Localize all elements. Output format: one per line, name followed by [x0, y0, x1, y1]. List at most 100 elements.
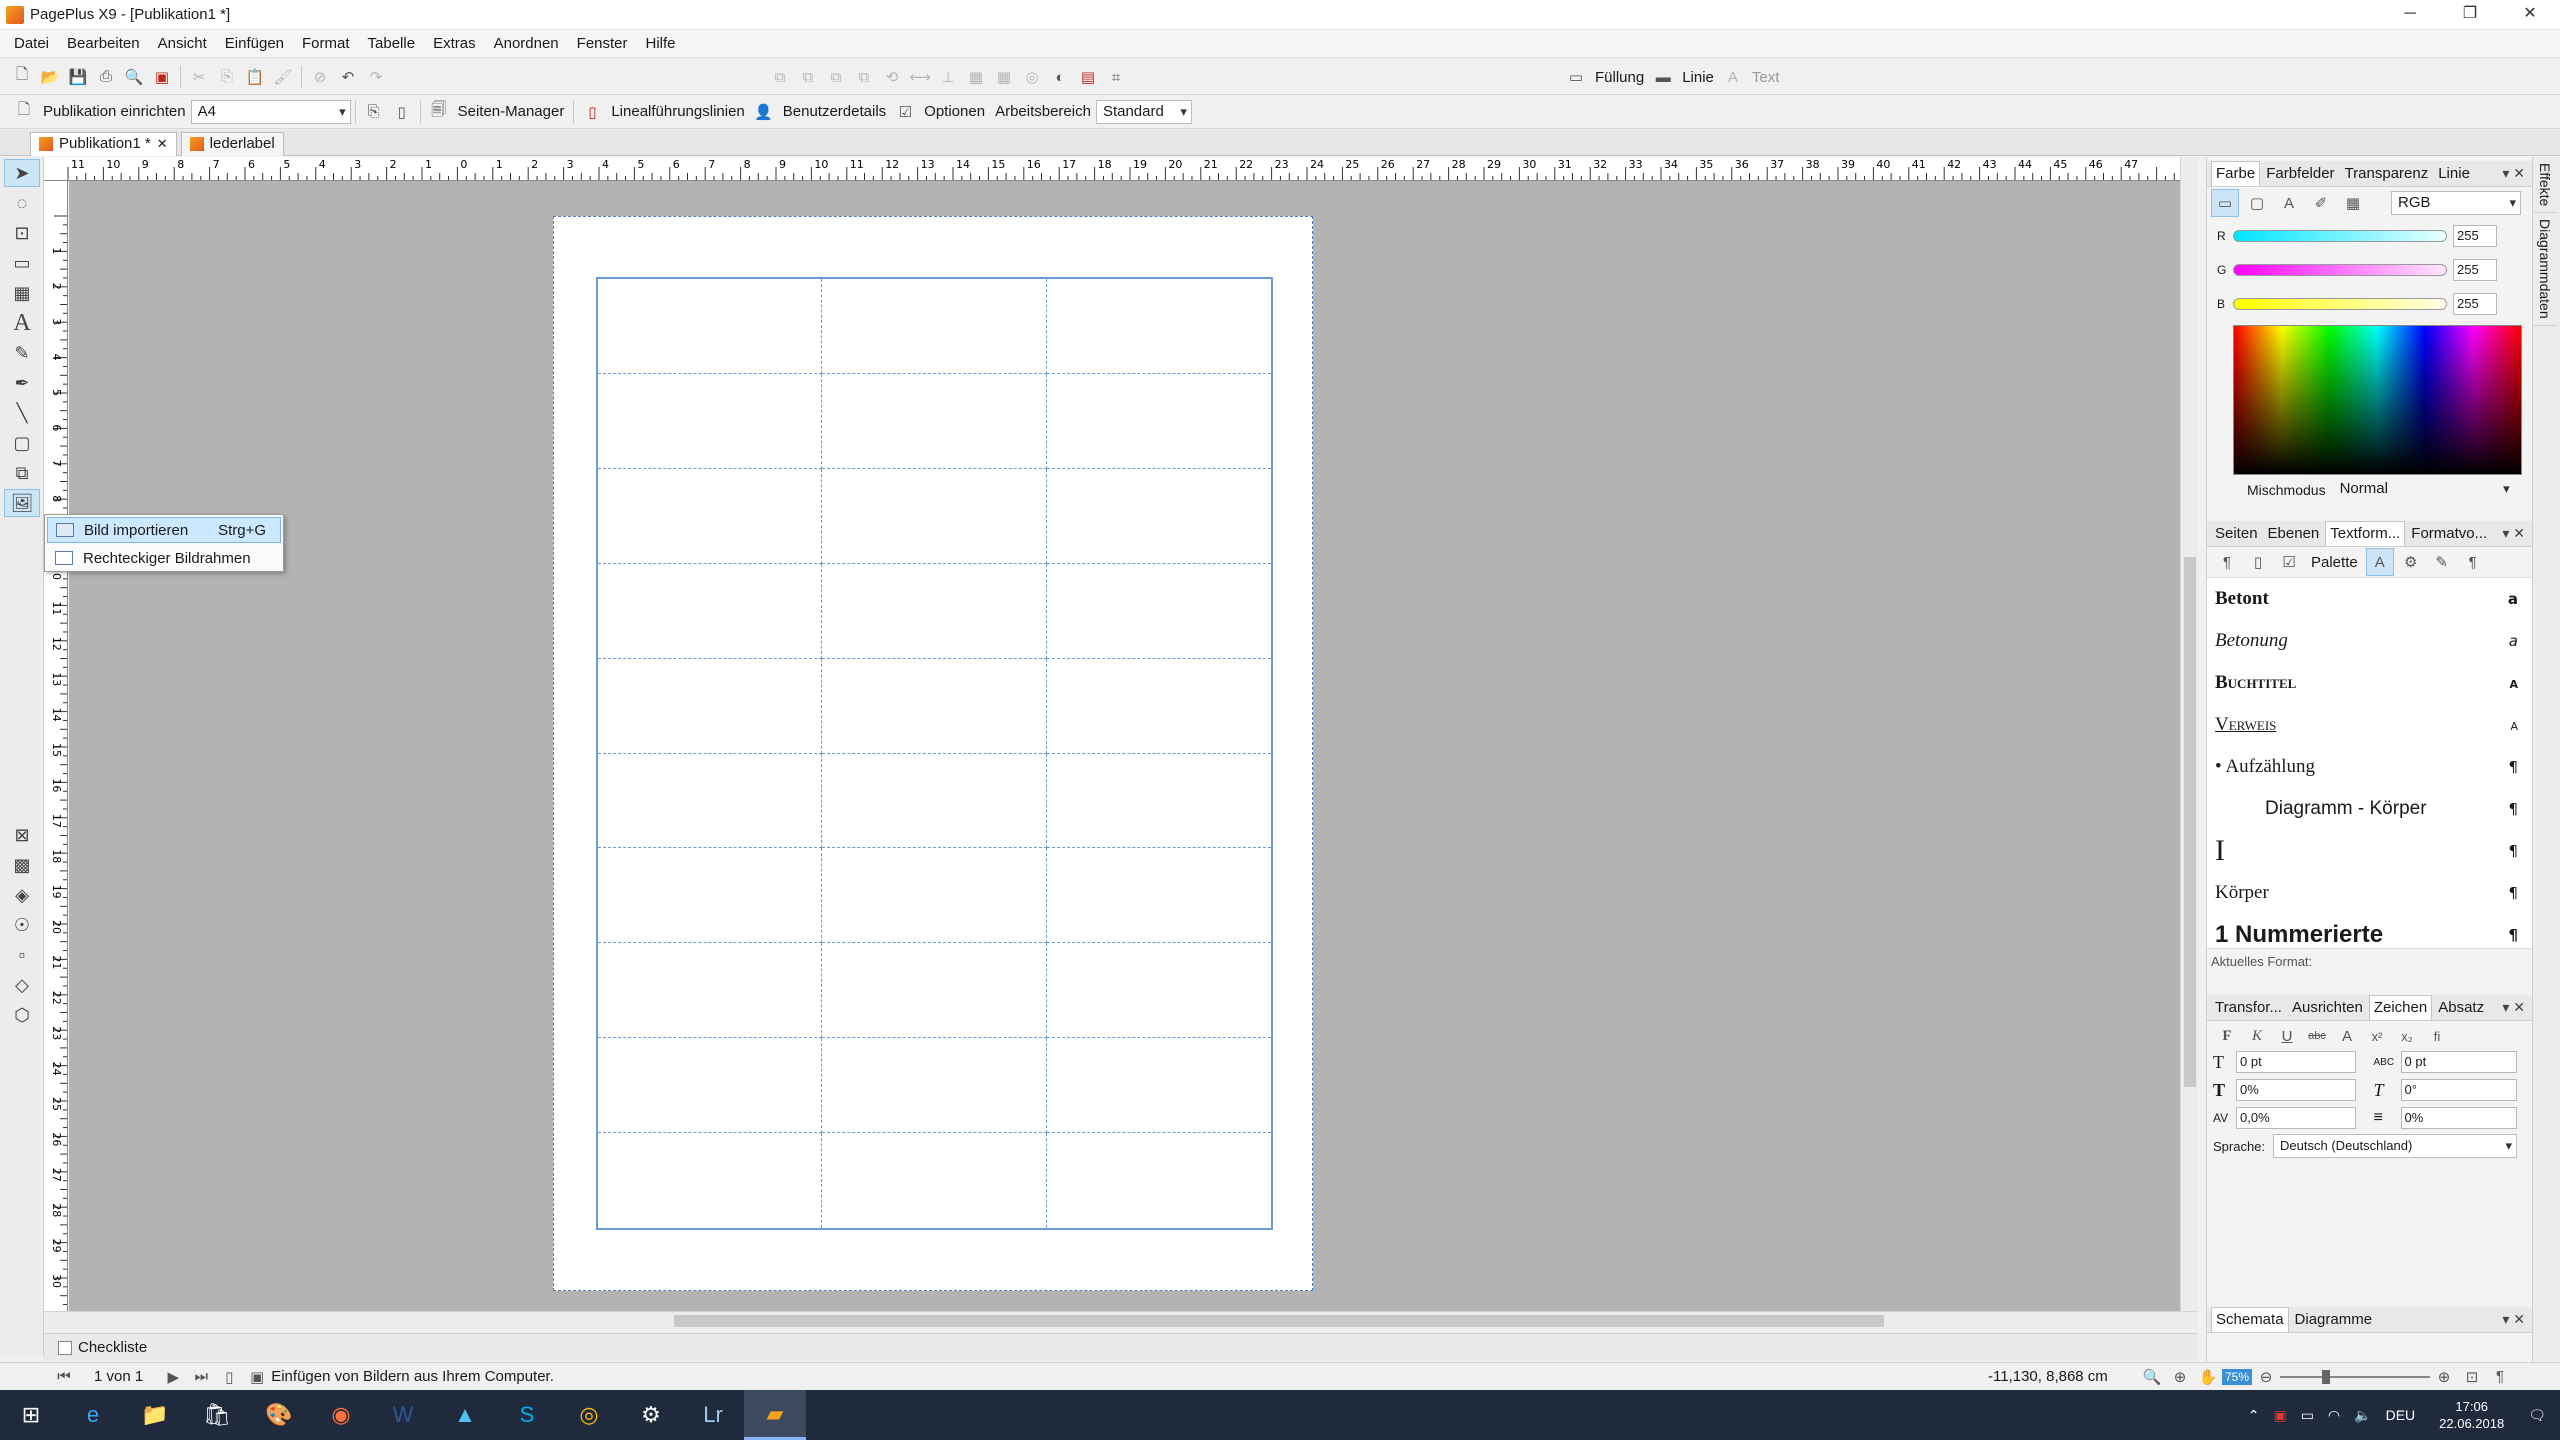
connector-tool-icon[interactable]: ⧉ [4, 459, 40, 487]
clear-format-icon[interactable]: ✎ [2428, 548, 2456, 576]
red-slider[interactable] [2233, 230, 2447, 242]
save-icon[interactable]: 💾 [64, 63, 92, 91]
bring-front-icon[interactable]: ⧉ [766, 63, 794, 91]
pdf-icon[interactable]: ▣ [148, 63, 176, 91]
color-model-select[interactable]: RGB [2391, 191, 2521, 215]
backward-icon[interactable]: ⧉ [850, 63, 878, 91]
horizontal-scrollbar[interactable] [44, 1311, 2198, 1329]
shadow-icon[interactable]: ◐ [1046, 63, 1074, 91]
pattern-icon[interactable]: ▦ [2339, 189, 2367, 217]
strikethrough-button[interactable]: abc [2303, 1022, 2331, 1050]
slant-input[interactable]: 0° [2400, 1079, 2517, 1101]
tab-paragraph[interactable]: Absatz [2434, 996, 2488, 1020]
label-cell[interactable] [822, 753, 1047, 849]
next-page-icon[interactable]: ▶ [159, 1363, 187, 1391]
label-cell[interactable] [822, 943, 1047, 1039]
mesh-tool-icon[interactable]: ⬡ [4, 1001, 40, 1029]
store-icon[interactable]: 🛍 [186, 1390, 248, 1440]
line-tool-icon[interactable]: ╲ [4, 399, 40, 427]
print-preview-icon[interactable]: 🔍 [120, 63, 148, 91]
label-cell[interactable] [1046, 754, 1271, 849]
chrome-icon[interactable]: ◎ [558, 1390, 620, 1440]
lasso-tool-icon[interactable]: ◌ [4, 189, 40, 217]
tab-character[interactable]: Zeichen [2368, 995, 2433, 1020]
menu-extras[interactable]: Extras [424, 30, 485, 58]
vpn-icon[interactable]: ▲ [434, 1390, 496, 1440]
zoom-page-icon[interactable]: ⊕ [2166, 1363, 2194, 1391]
orientation-icon[interactable]: ⎘ [360, 98, 388, 126]
underline-button[interactable]: U [2273, 1022, 2301, 1050]
frame-tool-icon[interactable]: ▭ [4, 249, 40, 277]
label-cell[interactable] [1046, 1038, 1271, 1134]
undo-icon[interactable]: ↶ [334, 63, 362, 91]
user-details-button[interactable]: Benutzerdetails [778, 103, 891, 120]
font-size-input[interactable]: 0 pt [2236, 1051, 2356, 1073]
language-select[interactable]: Deutsch (Deutschland) [2273, 1134, 2518, 1158]
close-button[interactable]: ✕ [2500, 0, 2560, 30]
firefox-icon[interactable]: ◉ [310, 1390, 372, 1440]
label-cell[interactable] [598, 1133, 823, 1228]
cut-icon[interactable]: ✂ [185, 63, 213, 91]
fill-button[interactable]: Füllung [1590, 69, 1649, 86]
label-cell[interactable] [598, 1038, 823, 1134]
redo-icon[interactable]: ↷ [362, 63, 390, 91]
superscript-button[interactable]: x² [2363, 1022, 2391, 1050]
menu-table[interactable]: Tabelle [359, 30, 425, 58]
tab-layers[interactable]: Ebenen [2264, 522, 2324, 546]
canvas-area[interactable] [69, 181, 2180, 1311]
link-icon[interactable]: ⊘ [306, 63, 334, 91]
gradient-tool-icon[interactable]: ▩ [4, 851, 40, 879]
align-icon[interactable]: ⊥ [934, 63, 962, 91]
ungroup-icon[interactable]: ▦ [990, 63, 1018, 91]
windows-start-icon[interactable]: ⊞ [0, 1390, 62, 1440]
rotate-icon[interactable]: ⟲ [878, 63, 906, 91]
pages-manager-button[interactable]: Seiten-Manager [453, 103, 570, 120]
panel-menu-icon[interactable]: ▾ ✕ [2499, 525, 2528, 542]
label-cell[interactable] [822, 1133, 1047, 1228]
style-item[interactable]: • Aufzählung ¶ [2207, 746, 2532, 788]
label-cell[interactable] [598, 658, 823, 754]
tab-chart-data[interactable]: Diagrammdaten [2533, 213, 2557, 326]
pointer-tool-icon[interactable]: ➤ [4, 159, 40, 187]
blue-slider[interactable] [2233, 298, 2447, 310]
text-color-button[interactable]: Text [1747, 69, 1785, 86]
send-back-icon[interactable]: ⧉ [794, 63, 822, 91]
tab-transform[interactable]: Transfor... [2211, 996, 2286, 1020]
style-item[interactable]: I ¶ [2207, 830, 2532, 872]
panel-menu-icon[interactable]: ▾ ✕ [2499, 1311, 2528, 1328]
blue-value-input[interactable]: 255 [2453, 293, 2497, 315]
label-cell[interactable] [1046, 659, 1271, 754]
label-cell[interactable] [822, 658, 1047, 754]
wifi-icon[interactable]: ◠ [2328, 1407, 2340, 1424]
zoom-out-icon[interactable]: ⊖ [2252, 1363, 2280, 1391]
pageplus-taskbar-icon[interactable]: ▰ [744, 1390, 806, 1440]
menu-edit[interactable]: Bearbeiten [58, 30, 149, 58]
pen-tool-icon[interactable]: ✒ [4, 369, 40, 397]
green-slider[interactable] [2233, 264, 2447, 276]
label-grid[interactable] [596, 277, 1273, 1230]
label-cell[interactable] [598, 753, 823, 849]
tracking-input[interactable]: 0 pt [2400, 1051, 2517, 1073]
antivirus-icon[interactable]: ▣ [2273, 1407, 2286, 1424]
table-tool-icon[interactable]: ▦ [4, 279, 40, 307]
maximize-button[interactable]: ❐ [2440, 0, 2500, 30]
notifications-icon[interactable]: 🗨 [2528, 1407, 2546, 1424]
master-page-icon[interactable]: ▯ [215, 1363, 243, 1391]
label-cell[interactable] [598, 943, 823, 1039]
color-spectrum[interactable] [2233, 325, 2522, 475]
text-color-icon[interactable]: A [1719, 63, 1747, 91]
label-cell[interactable] [598, 373, 823, 469]
vertical-scroll-thumb[interactable] [2184, 557, 2196, 1087]
label-cell[interactable] [1046, 469, 1271, 564]
label-cell[interactable] [1046, 848, 1271, 944]
fill-icon[interactable]: ▭ [1562, 63, 1590, 91]
label-cell[interactable] [1046, 279, 1271, 374]
label-cell[interactable] [598, 848, 823, 944]
wrap-icon[interactable]: ◎ [1018, 63, 1046, 91]
zoom-slider[interactable] [2280, 1369, 2431, 1384]
new-style-icon[interactable]: ▯ [2244, 548, 2272, 576]
tab-effects[interactable]: Effekte [2533, 157, 2557, 214]
tab-transparency[interactable]: Transparenz [2341, 162, 2433, 186]
text-swatch-icon[interactable]: A [2275, 189, 2303, 217]
label-cell[interactable] [822, 1038, 1047, 1134]
